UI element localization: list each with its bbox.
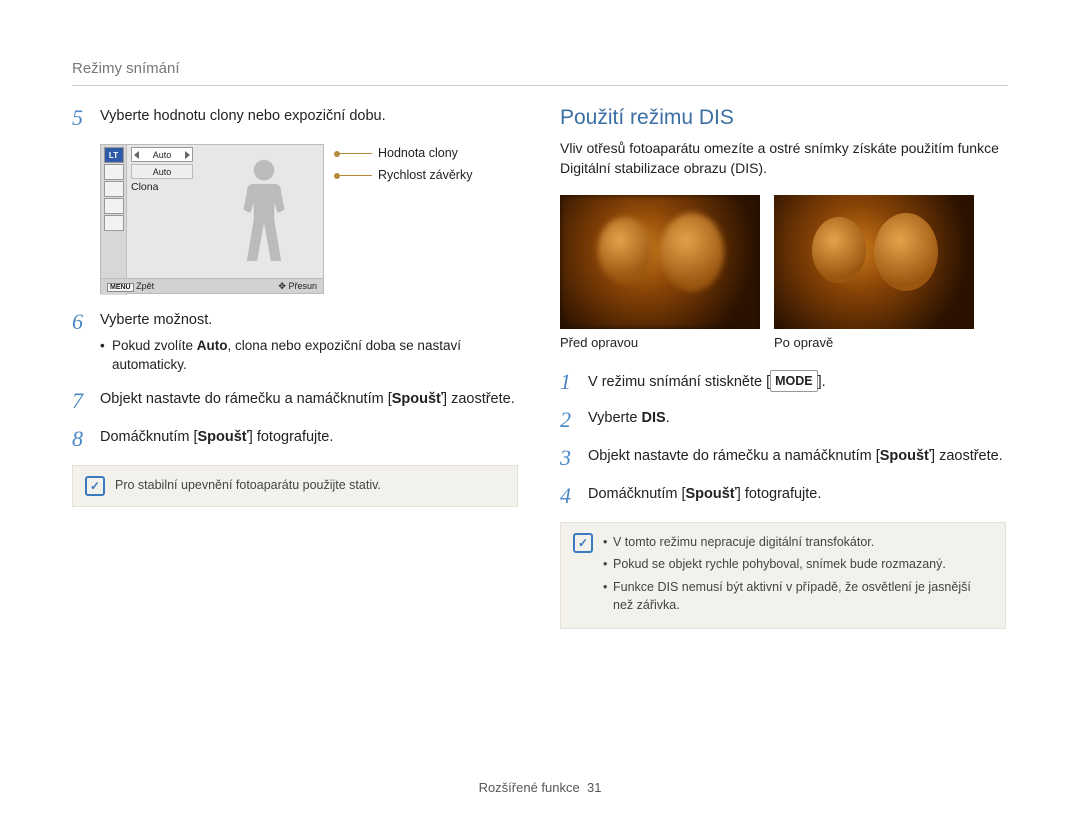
lcd-menu-icon: [104, 164, 124, 180]
lcd-menu-icon: [104, 215, 124, 231]
note-item: V tomto režimu nepracuje digitální trans…: [603, 533, 993, 551]
step-text: Vyberte DIS.: [588, 408, 670, 432]
step-number: 4: [560, 484, 578, 508]
lcd-aperture-label: Clona: [131, 181, 158, 193]
step-number: 2: [560, 408, 578, 432]
lcd-badge-lt: LT: [104, 147, 124, 163]
legend-label: Rychlost závěrky: [378, 168, 472, 182]
note-box: ✓ Pro stabilní upevnění fotoaparátu použ…: [72, 465, 518, 507]
step-5: 5 Vyberte hodnotu clony nebo expoziční d…: [72, 106, 518, 130]
left-column: 5 Vyberte hodnotu clony nebo expoziční d…: [72, 106, 518, 629]
step-number: 8: [72, 427, 90, 451]
legend-shutter: Rychlost závěrky: [338, 168, 472, 182]
step-4: 4 Domáčknutím [Spoušť] fotografujte.: [560, 484, 1006, 508]
lcd-menu-icon: [104, 198, 124, 214]
menu-tag: MENU: [107, 283, 134, 292]
note-box: ✓ V tomto režimu nepracuje digitální tra…: [560, 522, 1006, 629]
lcd-move-label: Přesun: [288, 281, 317, 291]
lcd-menu-icon: [104, 181, 124, 197]
lcd-aperture-value: Auto: [131, 147, 193, 162]
dpad-icon: ✥: [278, 281, 286, 291]
lcd-bottom-bar: MENU Zpět ✥ Přesun: [101, 278, 323, 293]
legend-line-icon: [338, 175, 372, 176]
mode-button-label: MODE: [770, 370, 818, 392]
step-text: Domáčknutím [Spoušť] fotografujte.: [588, 484, 821, 508]
photo-after: [774, 195, 974, 329]
info-icon: ✓: [85, 476, 105, 496]
legend-label: Hodnota clony: [378, 146, 458, 160]
step-bullet: Pokud zvolíte Auto, clona nebo expoziční…: [100, 337, 518, 375]
note-item: Funkce DIS nemusí být aktivní v případě,…: [603, 578, 993, 614]
divider: [72, 85, 1008, 86]
note-text: Pro stabilní upevnění fotoaparátu použij…: [115, 476, 381, 496]
step-text: Objekt nastavte do rámečku a namáčknutím…: [588, 446, 1003, 470]
step-text: Vyberte hodnotu clony nebo expoziční dob…: [100, 106, 386, 130]
photo-before: [560, 195, 760, 329]
legend-line-icon: [338, 153, 372, 154]
section-title: Použití režimu DIS: [560, 106, 1006, 130]
step-number: 7: [72, 389, 90, 413]
step-text: V režimu snímání stiskněte [MODE].: [588, 370, 826, 394]
step-text: Domáčknutím [Spoušť] fotografujte.: [100, 427, 333, 451]
step-6: 6 Vyberte možnost. Pokud zvolíte Auto, c…: [72, 310, 518, 375]
step-7: 7 Objekt nastavte do rámečku a namáčknut…: [72, 389, 518, 413]
lcd-menu-column: LT: [101, 145, 127, 295]
step-number: 1: [560, 370, 578, 394]
right-column: Použití režimu DIS Vliv otřesů fotoapará…: [560, 106, 1006, 629]
step-number: 3: [560, 446, 578, 470]
info-icon: ✓: [573, 533, 593, 553]
step-3: 3 Objekt nastavte do rámečku a namáčknut…: [560, 446, 1006, 470]
caption-after: Po opravě: [774, 335, 974, 350]
page-footer: Rozšířené funkce 31: [0, 780, 1080, 795]
legend-aperture: Hodnota clony: [338, 146, 472, 160]
lcd-legend: Hodnota clony Rychlost závěrky: [338, 146, 472, 182]
note-item: Pokud se objekt rychle pohyboval, snímek…: [603, 555, 993, 573]
lcd-shutter-value: Auto: [131, 164, 193, 179]
section-intro: Vliv otřesů fotoaparátu omezíte a ostré …: [560, 138, 1006, 179]
step-8: 8 Domáčknutím [Spoušť] fotografujte.: [72, 427, 518, 451]
step-text: Objekt nastavte do rámečku a namáčknutím…: [100, 389, 515, 413]
caption-before: Před opravou: [560, 335, 760, 350]
breadcrumb: Režimy snímání: [72, 60, 1008, 77]
lcd-preview: LT Auto Auto Clona MENU Zpět ✥ Přesun: [100, 144, 324, 294]
lcd-back-label: Zpět: [136, 281, 154, 291]
step-number: 6: [72, 310, 90, 375]
step-text: Vyberte možnost.: [100, 310, 518, 331]
step-number: 5: [72, 106, 90, 130]
person-silhouette-icon: [229, 153, 299, 273]
step-2: 2 Vyberte DIS.: [560, 408, 1006, 432]
step-1: 1 V režimu snímání stiskněte [MODE].: [560, 370, 1006, 394]
